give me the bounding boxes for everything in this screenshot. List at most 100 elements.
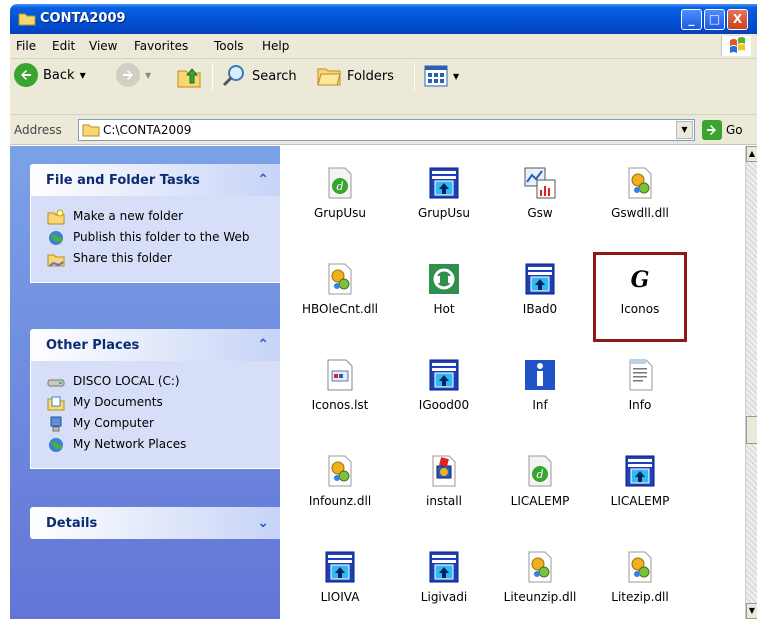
file-name: install — [426, 494, 462, 508]
file-item[interactable]: G Iconos — [590, 262, 690, 316]
window-app-icon — [323, 550, 357, 584]
menu-edit[interactable]: Edit — [52, 39, 75, 53]
menu-view[interactable]: View — [89, 39, 117, 53]
task-label: Share this folder — [73, 251, 172, 265]
file-item[interactable]: Gsw — [490, 166, 590, 220]
expand-chevron-icon[interactable]: ⌄ — [257, 515, 269, 531]
file-name: GrupUsu — [313, 206, 367, 220]
up-folder-button[interactable] — [176, 63, 202, 89]
scroll-down-button[interactable]: ▼ — [746, 603, 757, 619]
menu-favorites[interactable]: Favorites — [134, 39, 188, 53]
folder-icon — [82, 124, 100, 137]
toolbar-divider — [212, 63, 213, 91]
file-name: IBad0 — [522, 302, 558, 316]
g-letter-icon: G — [623, 262, 657, 296]
file-item[interactable]: Gswdll.dll — [590, 166, 690, 220]
task-publish-folder[interactable]: Publish this folder to the Web — [47, 230, 272, 246]
documents-folder-icon — [47, 396, 65, 411]
collapse-chevron-icon[interactable]: ⌃ — [257, 172, 269, 188]
file-item[interactable]: HBOleCnt.dll — [290, 262, 390, 316]
file-name: Gsw — [527, 206, 553, 220]
file-item[interactable]: GrupUsu — [394, 166, 494, 220]
file-item[interactable]: LIOIVA — [290, 550, 390, 604]
file-item[interactable]: Iconos.lst — [290, 358, 390, 412]
go-button[interactable]: Go — [702, 120, 743, 140]
text-file-icon — [623, 358, 657, 392]
file-name: Hot — [433, 302, 455, 316]
file-name: GrupUsu — [417, 206, 471, 220]
address-path: C:\CONTA2009 — [103, 123, 192, 137]
svg-text:d: d — [336, 180, 343, 193]
file-item[interactable]: IGood00 — [394, 358, 494, 412]
dll-icon — [623, 550, 657, 584]
file-item[interactable]: Hot — [394, 262, 494, 316]
file-item[interactable]: LICALEMP — [590, 454, 690, 508]
details-header[interactable]: Details ⌄ — [30, 507, 283, 539]
up-folder-icon — [177, 68, 201, 88]
globe-icon — [49, 231, 63, 245]
file-item[interactable]: d GrupUsu — [290, 166, 390, 220]
window-app-icon — [427, 166, 461, 200]
file-item[interactable]: Ligivadi — [394, 550, 494, 604]
file-folder-tasks-panel: File and Folder Tasks ⌃ Make a new folde… — [30, 164, 283, 283]
place-my-network[interactable]: My Network Places — [47, 437, 272, 453]
window-title: CONTA2009 — [40, 11, 126, 26]
dll-icon — [323, 454, 357, 488]
panel-title: Other Places — [46, 337, 140, 353]
green-app-icon: d — [323, 166, 357, 200]
file-item[interactable]: Litezip.dll — [590, 550, 690, 604]
vertical-scrollbar[interactable]: ▲ ▼ — [745, 146, 757, 619]
dll-icon — [323, 262, 357, 296]
task-label: Make a new folder — [73, 209, 184, 223]
place-my-computer[interactable]: My Computer — [47, 416, 272, 432]
green-app-icon: d — [523, 454, 557, 488]
minimize-button[interactable]: _ — [681, 9, 702, 30]
place-my-documents[interactable]: My Documents — [47, 395, 272, 411]
folders-button[interactable]: Folders — [316, 63, 394, 89]
file-name: Iconos — [620, 302, 660, 316]
address-input[interactable]: C:\CONTA2009 ▼ — [78, 119, 695, 141]
chart-app-icon — [523, 166, 557, 200]
search-button[interactable]: Search — [221, 63, 297, 89]
views-button[interactable]: ▼ — [424, 65, 459, 87]
title-bar: CONTA2009 _ □ X — [10, 4, 757, 34]
file-item[interactable]: d LICALEMP — [490, 454, 590, 508]
file-folder-tasks-header[interactable]: File and Folder Tasks ⌃ — [30, 164, 283, 196]
maximize-button[interactable]: □ — [704, 9, 725, 30]
file-name: Litezip.dll — [611, 590, 669, 604]
file-item[interactable]: Info — [590, 358, 690, 412]
collapse-chevron-icon[interactable]: ⌃ — [257, 337, 269, 353]
file-name: LIOIVA — [320, 590, 360, 604]
address-dropdown-button[interactable]: ▼ — [676, 121, 693, 139]
hard-drive-icon — [47, 379, 65, 387]
dll-icon — [523, 550, 557, 584]
computer-icon — [50, 416, 62, 432]
list-file-icon — [323, 358, 357, 392]
scroll-thumb[interactable] — [746, 416, 757, 444]
menu-file[interactable]: File — [16, 39, 36, 53]
task-share-folder[interactable]: Share this folder — [47, 251, 272, 267]
file-item[interactable]: IBad0 — [490, 262, 590, 316]
place-label: My Documents — [73, 395, 163, 409]
menu-help[interactable]: Help — [262, 39, 289, 53]
file-name: Infounz.dll — [308, 494, 372, 508]
file-item[interactable]: install — [394, 454, 494, 508]
forward-button[interactable]: ▼ — [116, 63, 151, 87]
window-app-icon — [427, 550, 461, 584]
menu-tools[interactable]: Tools — [214, 39, 244, 53]
file-item[interactable]: Inf — [490, 358, 590, 412]
file-name: IGood00 — [418, 398, 470, 412]
address-bar: Address C:\CONTA2009 ▼ Go — [10, 115, 757, 145]
file-item[interactable]: Infounz.dll — [290, 454, 390, 508]
network-globe-icon — [49, 438, 63, 452]
task-make-new-folder[interactable]: Make a new folder — [47, 209, 272, 225]
svg-text:d: d — [536, 468, 543, 481]
scroll-up-button[interactable]: ▲ — [746, 146, 757, 162]
window-app-icon — [427, 358, 461, 392]
close-button[interactable]: X — [727, 9, 748, 30]
back-button[interactable]: Back ▼ — [14, 63, 86, 87]
other-places-header[interactable]: Other Places ⌃ — [30, 329, 283, 361]
place-local-disk[interactable]: DISCO LOCAL (C:) — [47, 374, 272, 390]
file-item[interactable]: Liteunzip.dll — [490, 550, 590, 604]
details-panel: Details ⌄ — [30, 507, 283, 539]
